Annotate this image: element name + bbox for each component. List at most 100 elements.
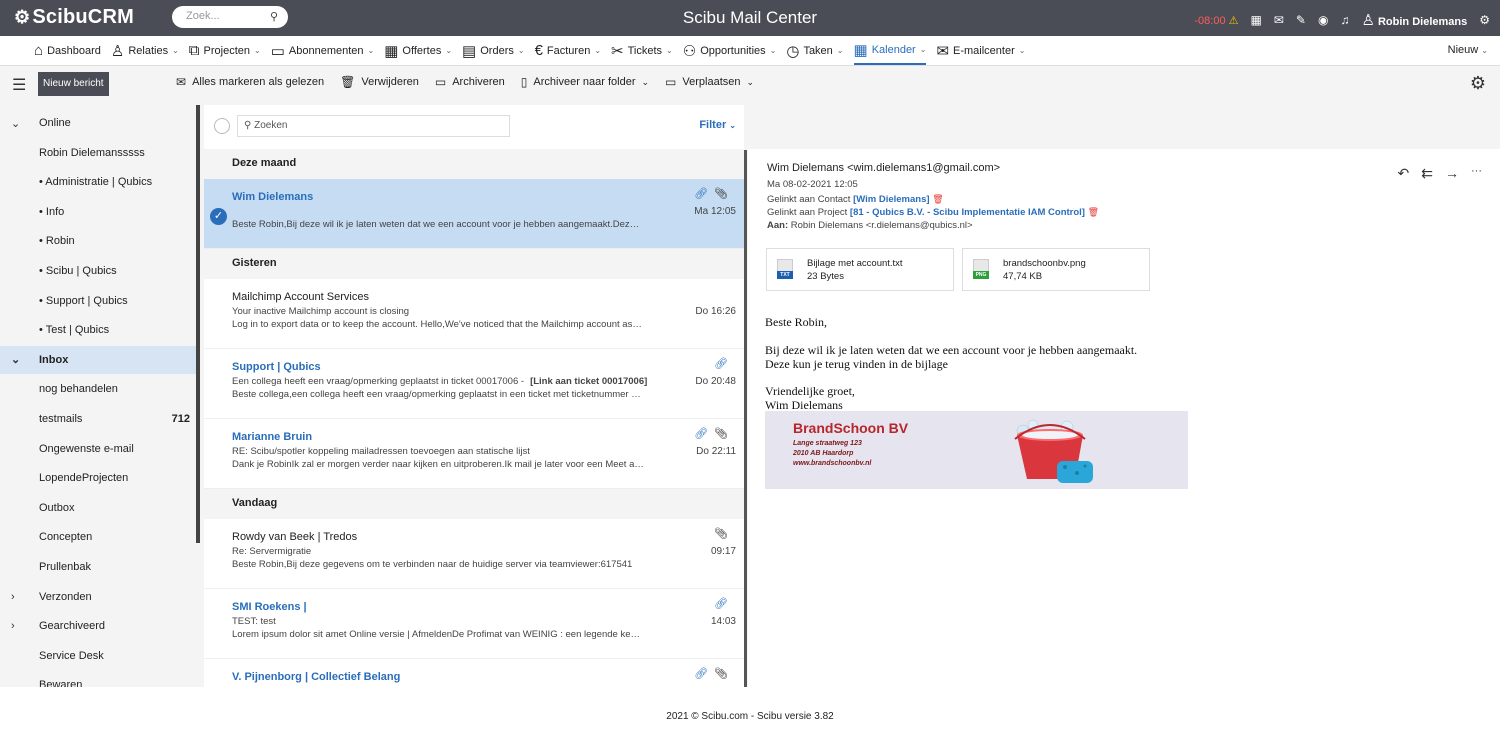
chevron-right-icon[interactable]: › xyxy=(11,620,15,632)
reply-icon[interactable]: ↶ xyxy=(1398,165,1410,182)
toolbar-archiveren-button[interactable]: ▭ Archiveren xyxy=(435,75,505,89)
person-icon: ♙ xyxy=(110,42,125,60)
menu-item-opportunities[interactable]: ⚇ Opportunities ⌄ xyxy=(683,37,777,65)
linked-contact-link[interactable]: [Wim Dielemans] xyxy=(853,194,929,205)
message-subject: RE: Scibu/spotler koppeling mailadressen… xyxy=(232,446,530,457)
folder-item[interactable]: LopendeProjecten xyxy=(0,464,196,492)
message-row[interactable]: Support | Qubics Een collega heeft een vr… xyxy=(204,349,744,419)
folder-item[interactable]: › Gearchiveerd xyxy=(0,612,196,640)
linked-project-link[interactable]: [81 - Qubics B.V. - Scibu Implementatie … xyxy=(850,207,1085,218)
timer-indicator[interactable]: -08:00 ⚠ xyxy=(1194,14,1238,27)
select-all-checkbox[interactable] xyxy=(214,118,230,134)
toolbar-archiveer-naar-folder-button[interactable]: ▯ Archiveer naar folder ⌄ xyxy=(521,75,649,89)
message-row[interactable]: ✓ Wim Dielemans Beste Robin,Bij deze wil i… xyxy=(204,179,744,249)
folder-item[interactable]: › Verzonden xyxy=(0,583,196,611)
settings-gear-icon[interactable]: ⚙ xyxy=(1479,13,1490,27)
folder-item[interactable]: Prullenbak xyxy=(0,553,196,581)
banner-website: www.brandschoonbv.nl xyxy=(793,460,872,467)
folder-item[interactable]: nog behandelen xyxy=(0,375,196,403)
menu-item-label: Projecten xyxy=(203,44,250,57)
euro-icon: € xyxy=(534,42,543,59)
list-search-input[interactable]: ⚲ Zoeken xyxy=(237,115,510,137)
folder-item[interactable]: • Robin xyxy=(0,227,196,255)
toolbar-alles-markeren-als-gelezen-button[interactable]: ✉ Alles markeren als gelezen xyxy=(176,75,324,89)
calendar-icon[interactable]: ▦ xyxy=(1251,13,1262,27)
chevron-down-icon[interactable]: ⌄ xyxy=(11,353,20,366)
folder-item[interactable]: • Administratie | Qubics xyxy=(0,168,196,196)
folder-item[interactable]: Outbox xyxy=(0,494,196,522)
list-scrollbar[interactable] xyxy=(744,150,747,687)
message-row[interactable]: SMI Roekens | TEST: test Lorem ipsum dolor… xyxy=(204,589,744,659)
folder-item[interactable]: Robin Dielemansssss xyxy=(0,139,196,167)
menu-item-taken[interactable]: ◷ Taken ⌄ xyxy=(786,37,843,65)
forward-icon[interactable]: → xyxy=(1445,165,1459,182)
envelope-icon: ✉ xyxy=(936,42,950,60)
edit-icon[interactable]: ✎ xyxy=(1296,13,1306,27)
trash-icon[interactable]: 🗑 xyxy=(1088,207,1099,217)
eye-icon[interactable]: ◉ xyxy=(1318,13,1328,27)
attachment-card[interactable]: PNG brandschoonbv.png 47,74 KB xyxy=(962,248,1150,291)
folder-item[interactable]: • Scibu | Qubics xyxy=(0,257,196,285)
message-indicators: 🔗︎ 📎︎ xyxy=(694,187,728,200)
message-row[interactable]: Marianne Bruin RE: Scibu/spotler koppelin… xyxy=(204,419,744,489)
message-time: Do 22:11 xyxy=(696,446,736,457)
reply-all-icon[interactable]: ⇇ xyxy=(1421,165,1433,182)
envelope-icon[interactable]: ✉ xyxy=(1274,13,1284,27)
menu-item-abonnementen[interactable]: ▭ Abonnementen ⌄ xyxy=(271,37,375,65)
home-icon: ⌂ xyxy=(34,42,44,59)
folder-item[interactable]: ⌄ Online xyxy=(0,109,196,137)
menu-item-offertes[interactable]: ▦ Offertes ⌄ xyxy=(384,37,452,65)
global-search-input[interactable]: Zoek... ⚲ xyxy=(172,6,288,28)
folder-scrollbar[interactable] xyxy=(196,105,200,543)
folder-item[interactable]: Concepten xyxy=(0,523,196,551)
toolbar-verwijderen-button[interactable]: 🗑 Verwijderen xyxy=(340,75,419,89)
trash-icon[interactable]: 🗑 xyxy=(932,194,943,204)
link-icon: 🔗︎ xyxy=(694,668,709,680)
more-icon[interactable]: ··· xyxy=(1471,165,1482,182)
menu-item-orders[interactable]: ▤ Orders ⌄ xyxy=(462,37,525,65)
menu-item-relaties[interactable]: ♙ Relaties ⌄ xyxy=(111,37,179,65)
message-row[interactable]: V. Pijnenborg | Collectief Belang 🔗︎ 📎︎ xyxy=(204,659,744,687)
folder-label: • Scibu | Qubics xyxy=(39,265,117,277)
attachment-card[interactable]: TXT Bijlage met account.txt 23 Bytes xyxy=(766,248,954,291)
menu-item-projecten[interactable]: ⧉ Projecten ⌄ xyxy=(189,37,261,65)
folder-item[interactable]: ⌄ Inbox xyxy=(0,345,196,374)
menu-item-e-mailcenter[interactable]: ✉ E-mailcenter ⌄ xyxy=(936,37,1025,65)
new-message-button[interactable]: Nieuw bericht xyxy=(38,72,109,96)
png-file-icon: PNG xyxy=(973,259,989,279)
ticket-link[interactable]: [Link aan ticket 00017006] xyxy=(530,376,647,387)
message-row[interactable]: Mailchimp Account Services Your inactive … xyxy=(204,279,744,349)
folder-item[interactable]: • Info xyxy=(0,198,196,226)
message-subject-text: Een collega heeft een vraag/opmerking ge… xyxy=(232,376,525,387)
folder-item[interactable]: • Test | Qubics xyxy=(0,316,196,344)
folder-label: Ongewenste e-mail xyxy=(39,442,134,455)
attachment-size: 23 Bytes xyxy=(807,271,844,282)
menu-item-label: Kalender xyxy=(871,43,916,56)
bell-icon[interactable]: ♫ xyxy=(1340,13,1349,27)
menu-item-facturen[interactable]: € Facturen ⌄ xyxy=(535,37,601,65)
folder-item[interactable]: Service Desk xyxy=(0,642,196,670)
menu-item-dashboard[interactable]: ⌂ Dashboard xyxy=(34,37,101,65)
menu-item-kalender[interactable]: ▦ Kalender ⌄ xyxy=(853,37,927,65)
folder-label: Online xyxy=(39,117,71,129)
user-menu[interactable]: ♙ Robin Dielemans xyxy=(1361,11,1467,29)
folder-item[interactable]: • Support | Qubics xyxy=(0,287,196,315)
menu-item-tickets[interactable]: ✂ Tickets ⌄ xyxy=(611,37,673,65)
move-folder-icon: ▭ xyxy=(665,75,677,89)
message-subject: Your inactive Mailchimp account is closi… xyxy=(232,306,409,317)
search-icon[interactable]: ⚲ xyxy=(270,10,278,23)
settings-icon[interactable]: ⚙ xyxy=(1470,73,1486,94)
folder-label: nog behandelen xyxy=(39,383,118,396)
chevron-down-icon[interactable]: ⌄ xyxy=(11,117,20,130)
folder-item[interactable]: Ongewenste e-mail xyxy=(0,435,196,463)
hamburger-menu-icon[interactable]: ☰ xyxy=(12,75,26,95)
chevron-right-icon[interactable]: › xyxy=(11,591,15,603)
message-row[interactable]: Rowdy van Beek | Tredos Re: Servermigrati… xyxy=(204,519,744,589)
checkmark-icon[interactable]: ✓ xyxy=(210,208,227,225)
app-logo[interactable]: ⚙ ScibuCRM xyxy=(14,6,134,29)
filter-button[interactable]: Filter ⌄ xyxy=(699,119,736,131)
toolbar-verplaatsen-button[interactable]: ▭ Verplaatsen ⌄ xyxy=(665,75,754,89)
folder-item[interactable]: testmails 712 xyxy=(0,405,196,433)
chevron-down-icon: ⌄ xyxy=(769,46,777,55)
nieuw-dropdown[interactable]: Nieuw ⌄ xyxy=(1448,44,1488,56)
